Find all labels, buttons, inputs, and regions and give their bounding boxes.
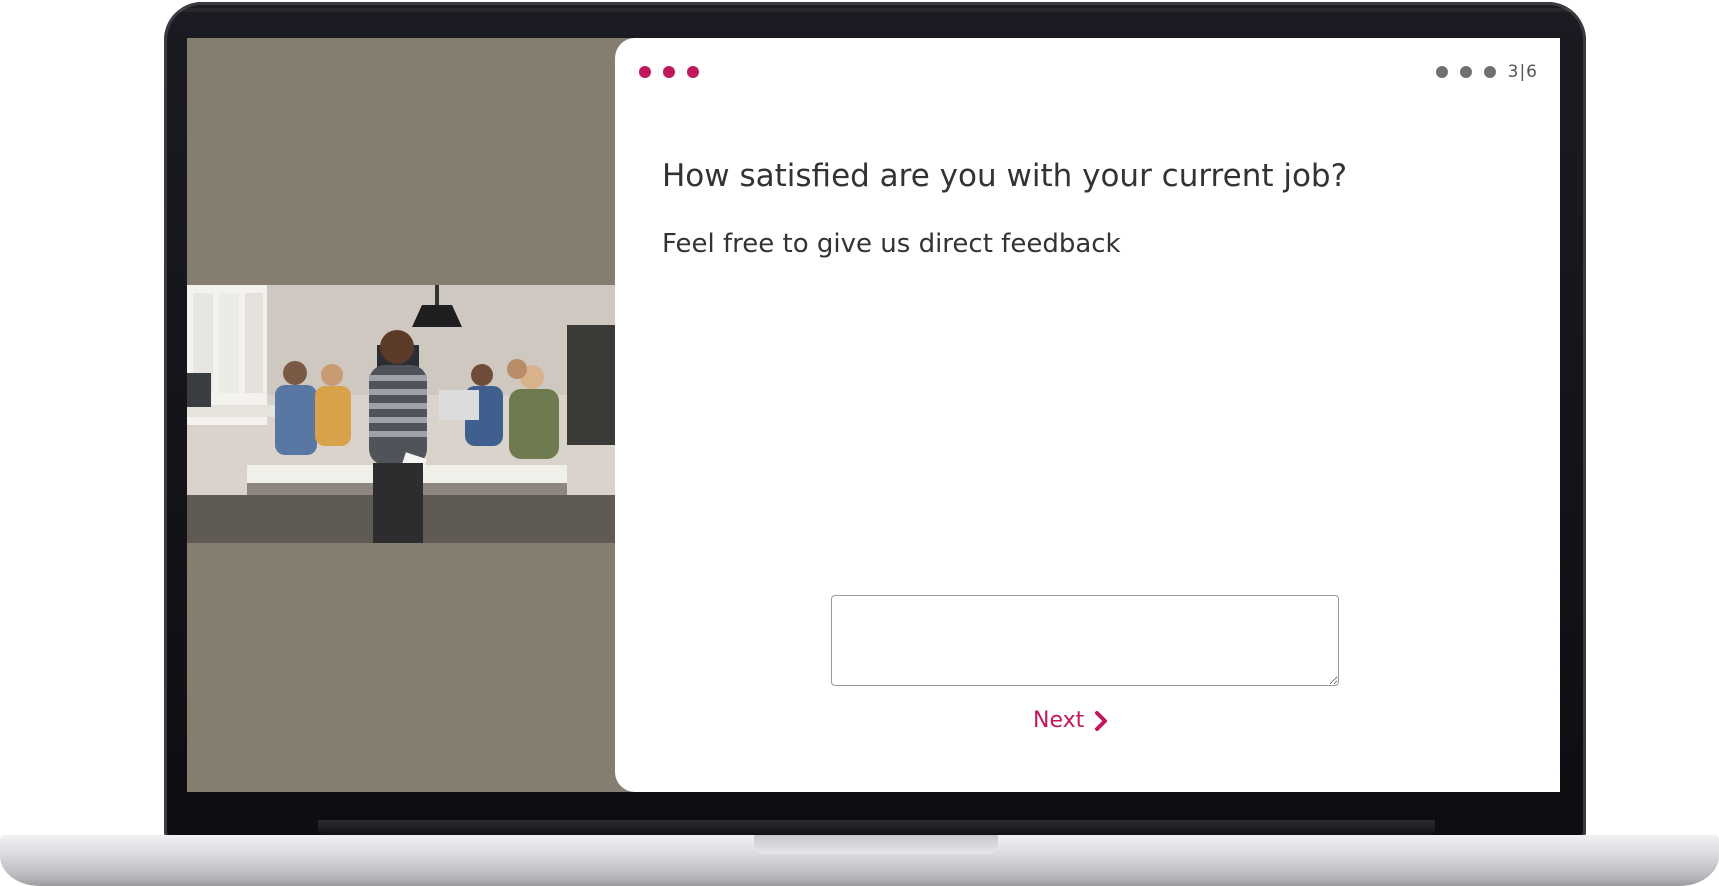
progress-dot <box>1459 66 1472 78</box>
team-photo <box>187 285 615 543</box>
menu-dot <box>687 66 699 78</box>
feedback-textarea[interactable] <box>831 595 1339 686</box>
laptop-hinge <box>318 820 1435 835</box>
next-label: Next <box>1033 708 1085 733</box>
photo-pane <box>187 38 627 792</box>
question-subtitle: Feel free to give us direct feedback <box>662 229 1121 259</box>
progress-dots-icon <box>1435 66 1496 78</box>
question-title: How satisfied are you with your current … <box>662 158 1348 194</box>
survey-panel: 3|6 How satisfied are you with your curr… <box>615 38 1560 792</box>
progress-dot <box>1483 66 1496 78</box>
screen: 3|6 How satisfied are you with your curr… <box>187 38 1560 792</box>
chevron-right-icon <box>1094 710 1108 731</box>
more-dots-icon[interactable] <box>639 66 699 78</box>
progress-count: 3|6 <box>1507 62 1538 82</box>
device-mockup: 3|6 How satisfied are you with your curr… <box>0 0 1719 886</box>
next-button[interactable]: Next <box>1033 708 1108 733</box>
progress-indicator: 3|6 <box>1435 62 1538 82</box>
menu-dot <box>663 66 675 78</box>
laptop-notch <box>754 835 998 854</box>
menu-dot <box>639 66 651 78</box>
progress-dot <box>1435 66 1448 78</box>
